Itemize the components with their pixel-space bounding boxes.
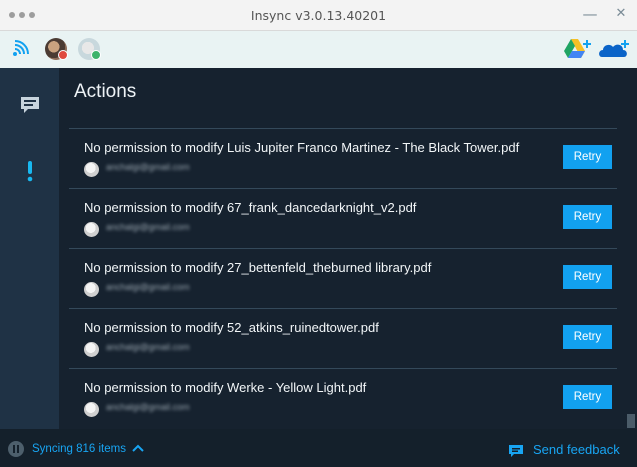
avatar: [84, 222, 99, 237]
action-message: No permission to modify 67_frank_danceda…: [84, 200, 417, 215]
feedback-icon[interactable]: [508, 444, 524, 458]
avatar: [84, 342, 99, 357]
list-item: No permission to modify Luis Jupiter Fra…: [69, 129, 617, 189]
list-item: No permission to modify 52_atkins_ruined…: [69, 309, 617, 369]
page-title: Actions: [74, 81, 137, 102]
list-item: No permission to modify 67_frank_danceda…: [69, 189, 617, 249]
accounts-bar: [0, 31, 637, 68]
actions-panel: Actions No permission to modify Luis Jup…: [59, 68, 637, 429]
dot: [29, 12, 35, 18]
window-title: Insync v3.0.13.40201: [250, 7, 387, 23]
title-bar: Insync v3.0.13.40201 — ✕: [0, 0, 637, 31]
avatar: [84, 282, 99, 297]
list-item: No permission to modify Werke - Yellow L…: [69, 369, 617, 428]
action-message: No permission to modify 52_atkins_ruined…: [84, 320, 379, 335]
chat-icon: [20, 97, 39, 113]
sidebar-item-messages[interactable]: [0, 85, 59, 125]
chevron-up-icon[interactable]: [132, 444, 144, 453]
account-email: anchalgi@gmail.com: [106, 402, 190, 412]
sidebar-item-actions[interactable]: [0, 151, 59, 191]
account-status-badge: [58, 50, 68, 60]
actions-list: No permission to modify Luis Jupiter Fra…: [69, 128, 617, 428]
action-message: No permission to modify 27_bettenfeld_th…: [84, 260, 432, 275]
add-onedrive-icon[interactable]: [598, 39, 630, 59]
sync-status-toggle[interactable]: Syncing 816 items: [32, 443, 126, 455]
avatar: [84, 162, 99, 177]
dot: [19, 12, 25, 18]
retry-button[interactable]: Retry: [563, 145, 612, 169]
dot: [9, 12, 15, 18]
account-status-badge: [91, 50, 101, 60]
add-google-drive-icon[interactable]: [563, 38, 593, 60]
retry-button[interactable]: Retry: [563, 385, 612, 409]
scrollbar-thumb[interactable]: [627, 414, 635, 428]
account-email: anchalgi@gmail.com: [106, 162, 190, 172]
account-avatar-1[interactable]: [45, 38, 68, 60]
action-message: No permission to modify Werke - Yellow L…: [84, 380, 367, 395]
sidebar: [0, 68, 59, 429]
account-email: anchalgi@gmail.com: [106, 282, 190, 292]
pause-icon[interactable]: [8, 441, 24, 457]
status-bar: Syncing 816 items Send feedback: [0, 429, 637, 467]
account-email: anchalgi@gmail.com: [106, 222, 190, 232]
account-avatar-2[interactable]: [78, 38, 101, 60]
retry-button[interactable]: Retry: [563, 265, 612, 289]
retry-button[interactable]: Retry: [563, 325, 612, 349]
window-menu-dots[interactable]: [9, 12, 35, 18]
send-feedback-link[interactable]: Send feedback: [533, 442, 620, 457]
avatar: [84, 402, 99, 417]
close-button[interactable]: ✕: [613, 6, 629, 22]
minimize-button[interactable]: —: [582, 6, 598, 22]
action-message: No permission to modify Luis Jupiter Fra…: [84, 140, 520, 155]
account-email: anchalgi@gmail.com: [106, 342, 190, 352]
list-item: No permission to modify 27_bettenfeld_th…: [69, 249, 617, 309]
exclamation-icon: [27, 161, 32, 182]
retry-button[interactable]: Retry: [563, 205, 612, 229]
scrollbar[interactable]: [627, 128, 635, 428]
wifi-signal-icon[interactable]: [11, 40, 29, 58]
